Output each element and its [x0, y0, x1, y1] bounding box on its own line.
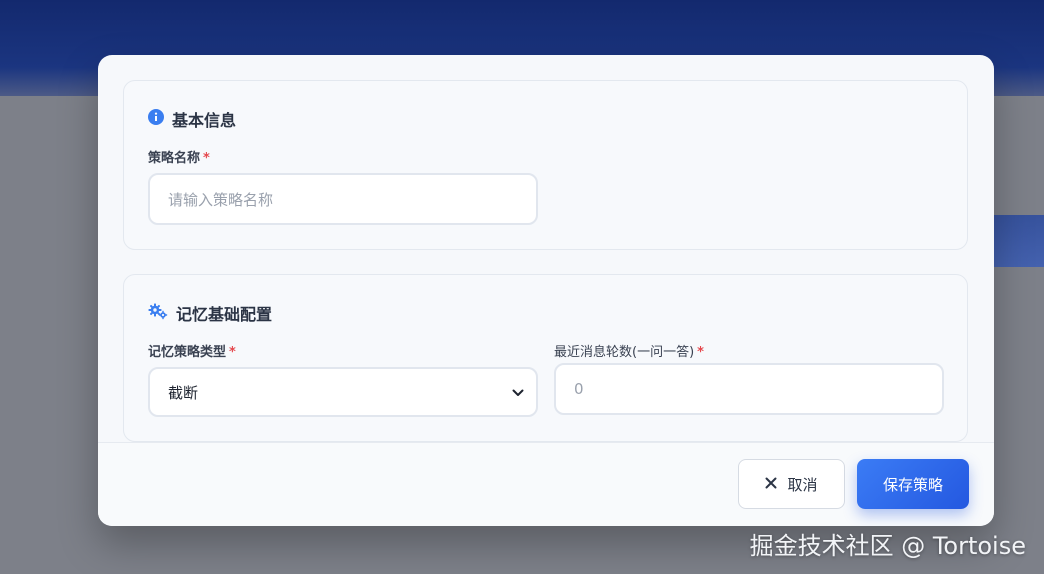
memory-config-section: 记忆基础配置 记忆策略类型 * 截断 最近消息轮数(一问一答) * 0 — [123, 274, 968, 442]
strategy-name-input[interactable]: 请输入策略名称 — [148, 173, 538, 225]
recent-rounds-input[interactable]: 0 — [554, 363, 944, 415]
cancel-button[interactable]: 取消 — [738, 459, 845, 509]
strategy-type-select[interactable]: 截断 — [148, 367, 538, 417]
input-placeholder: 请输入策略名称 — [168, 190, 274, 209]
strategy-name-label: 策略名称 * — [148, 151, 210, 166]
watermark-text: 掘金技术社区 @ Tortoise — [749, 532, 1026, 560]
strategy-modal: 基本信息 策略名称 * 请输入策略名称 记忆基础配置 记忆策略类型 * 截断 最… — [98, 55, 994, 526]
basic-info-heading: 基本信息 — [148, 107, 236, 131]
input-placeholder: 0 — [574, 380, 584, 398]
recent-rounds-label: 最近消息轮数(一问一答) * — [554, 345, 704, 360]
modal-footer: 取消 保存策略 — [98, 442, 994, 526]
memory-config-heading: 记忆基础配置 — [148, 301, 272, 325]
save-strategy-button[interactable]: 保存策略 — [857, 459, 969, 509]
background-element — [990, 215, 1044, 267]
save-label: 保存策略 — [882, 475, 943, 494]
basic-info-section: 基本信息 策略名称 * 请输入策略名称 — [123, 80, 968, 250]
close-icon — [765, 475, 777, 493]
cancel-label: 取消 — [787, 475, 818, 494]
required-mark: * — [229, 345, 236, 360]
strategy-type-label: 记忆策略类型 * — [148, 345, 236, 360]
info-circle-icon — [148, 109, 164, 129]
required-mark: * — [203, 151, 210, 166]
section-title: 基本信息 — [172, 111, 237, 130]
required-mark: * — [697, 345, 704, 360]
section-title: 记忆基础配置 — [176, 305, 273, 324]
gears-icon — [148, 302, 168, 324]
modal-body: 基本信息 策略名称 * 请输入策略名称 记忆基础配置 记忆策略类型 * 截断 最… — [98, 55, 994, 442]
chevron-down-icon — [512, 383, 524, 401]
select-value: 截断 — [168, 383, 199, 402]
